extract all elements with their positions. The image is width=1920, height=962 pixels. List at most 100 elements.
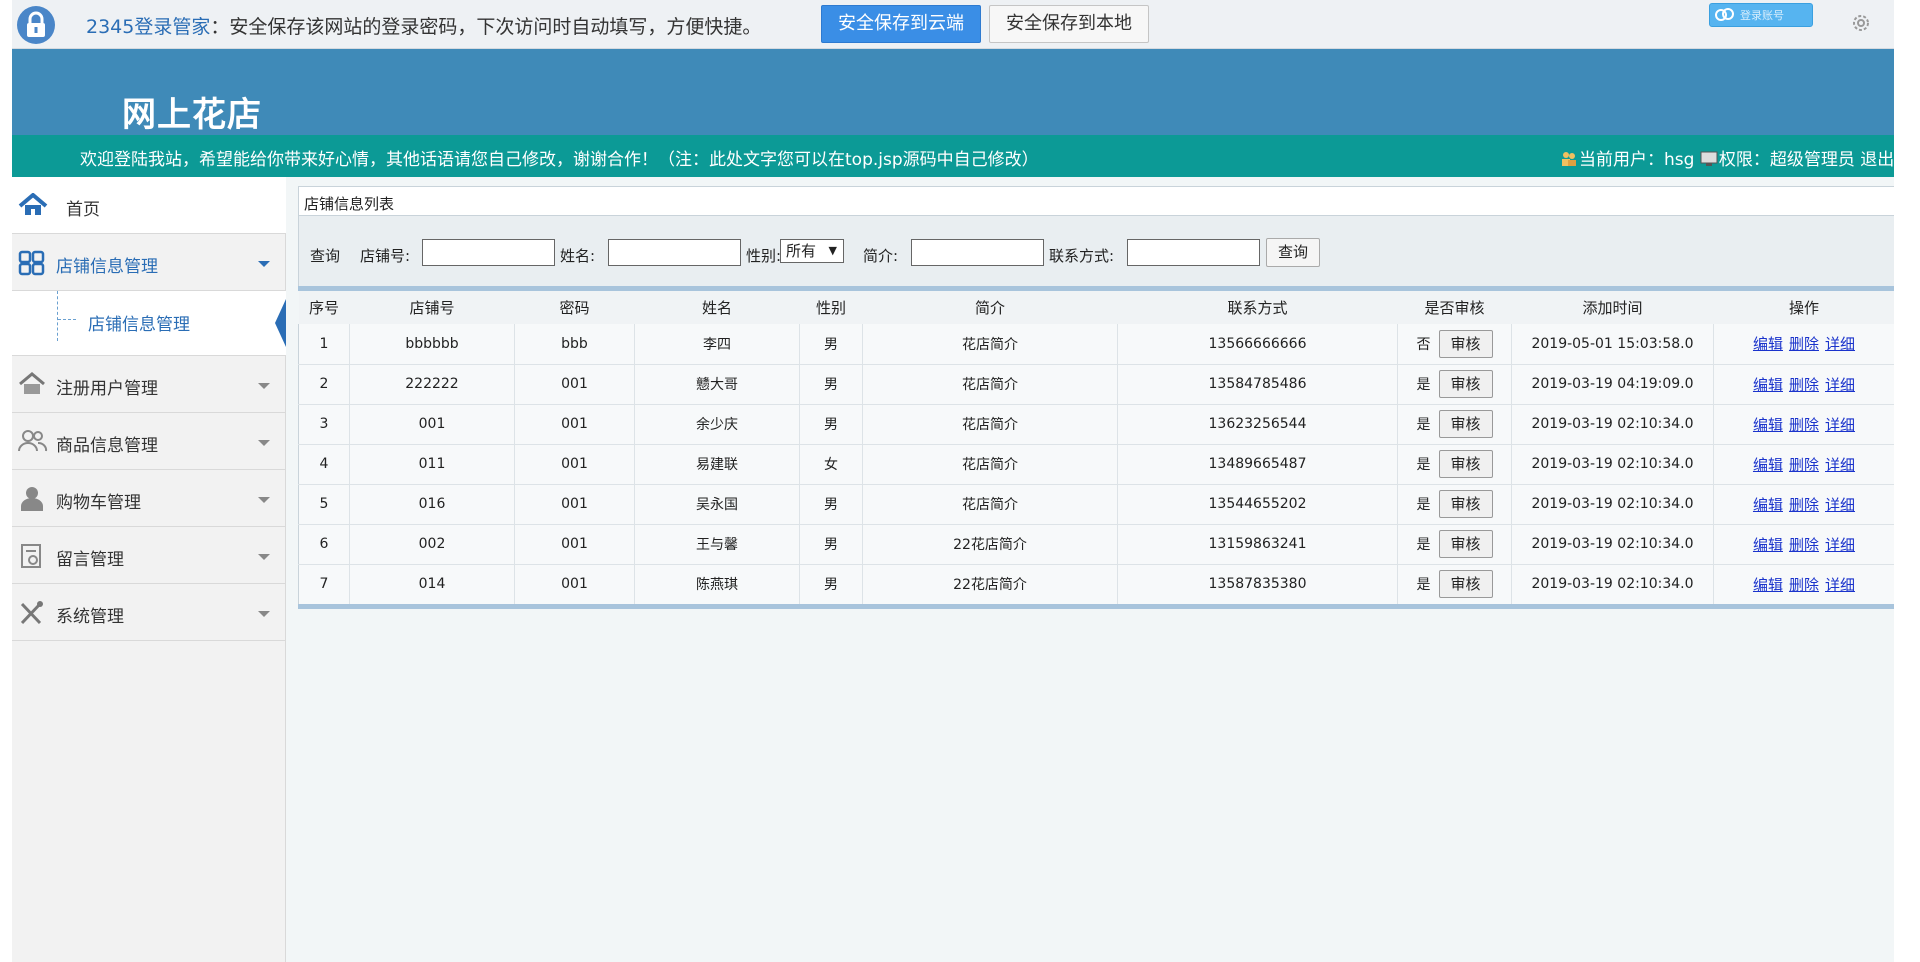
- cell-name: 李四: [634, 324, 800, 365]
- save-to-local-button[interactable]: 安全保存到本地: [989, 5, 1149, 43]
- cell-gender: 男: [799, 564, 863, 605]
- cell-actions: 编辑 删除 详细: [1713, 564, 1894, 605]
- sidebar-item-label: 购物车管理: [56, 493, 141, 513]
- cell-contact: 13584785486: [1117, 364, 1398, 405]
- sidebar-item-label: 商品信息管理: [56, 436, 158, 456]
- cell-no: 6: [298, 524, 350, 565]
- contact-input[interactable]: [1127, 239, 1260, 266]
- monitor-icon: [1700, 151, 1718, 166]
- table-row: 6 002 001 王与馨男 22花店简介 13159863241 是审核 2019-03-1…: [298, 524, 1894, 565]
- account-login-button[interactable]: 登录账号: [1709, 3, 1813, 27]
- sidebar-item-users[interactable]: 注册用户管理: [12, 356, 286, 413]
- detail-link[interactable]: 详细: [1825, 496, 1855, 514]
- detail-link[interactable]: 详细: [1825, 576, 1855, 594]
- detail-link[interactable]: 详细: [1825, 536, 1855, 554]
- cell-pwd: bbb: [514, 324, 635, 365]
- cell-gender: 女: [799, 444, 863, 485]
- delete-link[interactable]: 删除: [1789, 335, 1819, 353]
- cell-time: 2019-03-19 02:10:34.0: [1511, 404, 1714, 445]
- grid-icon: [18, 250, 45, 276]
- audit-button[interactable]: 审核: [1438, 410, 1493, 438]
- table-row: 2 222222 001 戆大哥男花店简介 13584785486 是审核 2019-03-…: [298, 364, 1894, 405]
- detail-link[interactable]: 详细: [1825, 376, 1855, 394]
- cell-time: 2019-03-19 02:10:34.0: [1511, 444, 1714, 485]
- sidebar-item-label: 店铺信息管理: [56, 257, 158, 277]
- welcome-text: 欢迎登陆我站，希望能给你带来好心情，其他话语请您自己修改，谢谢合作！（注：此处文…: [80, 150, 1039, 170]
- chevron-down-icon: [258, 383, 270, 389]
- delete-link[interactable]: 删除: [1789, 496, 1819, 514]
- cell-time: 2019-03-19 02:10:34.0: [1511, 524, 1714, 565]
- cell-contact: 13489665487: [1117, 444, 1398, 485]
- sidebar-item-system[interactable]: 系统管理: [12, 584, 286, 641]
- gear-icon[interactable]: [1850, 12, 1872, 34]
- cell-gender: 男: [799, 524, 863, 565]
- column-header: 序号: [298, 291, 350, 324]
- cell-actions: 编辑 删除 详细: [1713, 404, 1894, 445]
- detail-link[interactable]: 详细: [1825, 416, 1855, 434]
- delete-link[interactable]: 删除: [1789, 456, 1819, 474]
- audit-status: 是: [1416, 377, 1431, 393]
- sidebar-item-products[interactable]: 商品信息管理: [12, 413, 286, 470]
- tree-line: [57, 291, 58, 341]
- cell-actions: 编辑 删除 详细: [1713, 324, 1894, 365]
- edit-link[interactable]: 编辑: [1753, 376, 1783, 394]
- cell-intro: 22花店简介: [862, 524, 1118, 565]
- cell-time: 2019-05-01 15:03:58.0: [1511, 324, 1714, 365]
- cell-contact: 13566666666: [1117, 324, 1398, 365]
- sidebar-item-shop-info[interactable]: 店铺信息管理: [12, 234, 286, 291]
- column-header: 姓名: [634, 291, 800, 324]
- edit-link[interactable]: 编辑: [1753, 496, 1783, 514]
- query-label: 查询: [310, 247, 341, 265]
- user-role: 权限：超级管理员: [1718, 150, 1855, 170]
- table-row: 7 014 001 陈燕琪男 22花店简介 13587835380 是审核 2019-03-1…: [298, 564, 1894, 605]
- detail-link[interactable]: 详细: [1825, 456, 1855, 474]
- logout-link[interactable]: 退出: [1860, 150, 1894, 170]
- save-to-cloud-button[interactable]: 安全保存到云端: [821, 5, 981, 43]
- query-button[interactable]: 查询: [1266, 238, 1320, 267]
- browser-viewport: 2345登录管家：安全保存该网站的登录密码，下次访问时自动填写，方便快捷。 安全…: [12, 0, 1894, 962]
- delete-link[interactable]: 删除: [1789, 376, 1819, 394]
- shop-no-input[interactable]: [422, 239, 555, 266]
- intro-input[interactable]: [911, 239, 1044, 266]
- audit-button[interactable]: 审核: [1438, 490, 1493, 518]
- audit-button[interactable]: 审核: [1438, 329, 1493, 358]
- edit-link[interactable]: 编辑: [1753, 335, 1783, 353]
- window-edge: [1894, 0, 1920, 962]
- delete-link[interactable]: 删除: [1789, 416, 1819, 434]
- cell-pwd: 001: [514, 484, 635, 525]
- sidebar-item-home[interactable]: 首页: [12, 177, 286, 234]
- cell-gender: 男: [799, 324, 863, 365]
- audit-button[interactable]: 审核: [1438, 530, 1493, 558]
- edit-link[interactable]: 编辑: [1753, 536, 1783, 554]
- chevron-down-icon: [258, 261, 270, 267]
- cell-intro: 花店简介: [862, 324, 1118, 365]
- column-header: 添加时间: [1511, 291, 1714, 324]
- detail-link[interactable]: 详细: [1825, 335, 1855, 353]
- gender-select-value: 所有: [786, 242, 817, 260]
- cell-contact: 13623256544: [1117, 404, 1398, 445]
- delete-link[interactable]: 删除: [1789, 536, 1819, 554]
- sidebar-item-messages[interactable]: 留言管理: [12, 527, 286, 584]
- edit-link[interactable]: 编辑: [1753, 576, 1783, 594]
- sidebar-item-cart[interactable]: 购物车管理: [12, 470, 286, 527]
- cell-name: 余少庆: [634, 404, 800, 445]
- cell-pwd: 001: [514, 404, 635, 445]
- audit-button[interactable]: 审核: [1438, 450, 1493, 478]
- audit-button[interactable]: 审核: [1438, 570, 1493, 598]
- welcome-bar: 欢迎登陆我站，希望能给你带来好心情，其他话语请您自己修改，谢谢合作！（注：此处文…: [12, 135, 1894, 177]
- sidebar-subitem-shop-info[interactable]: 店铺信息管理: [12, 291, 286, 356]
- cell-contact: 13587835380: [1117, 564, 1398, 605]
- edit-link[interactable]: 编辑: [1753, 416, 1783, 434]
- table-header-row: 序号 店铺号 密码 姓名 性别 简介 联系方式 是否审核 添加时间 操作: [298, 291, 1894, 324]
- delete-link[interactable]: 删除: [1789, 576, 1819, 594]
- current-user: 当前用户：hsg: [1579, 150, 1695, 170]
- cell-intro: 花店简介: [862, 364, 1118, 405]
- column-header: 是否审核: [1397, 291, 1512, 324]
- cell-audited: 是审核: [1397, 404, 1512, 445]
- audit-button[interactable]: 审核: [1438, 370, 1493, 398]
- name-input[interactable]: [608, 239, 741, 266]
- edit-link[interactable]: 编辑: [1753, 456, 1783, 474]
- cell-gender: 男: [799, 364, 863, 405]
- gender-select[interactable]: 所有 ▼: [780, 239, 844, 263]
- lock-icon: [17, 6, 55, 44]
